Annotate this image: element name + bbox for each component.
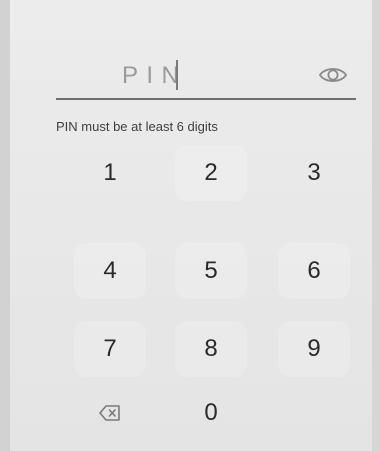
backspace-icon bbox=[99, 405, 121, 421]
text-caret bbox=[176, 60, 178, 90]
key-7[interactable]: 7 bbox=[74, 321, 146, 377]
pin-input-field[interactable]: PIN bbox=[56, 56, 356, 100]
key-2[interactable]: 2 bbox=[175, 145, 247, 201]
key-6[interactable]: 6 bbox=[278, 243, 350, 299]
eye-icon[interactable] bbox=[318, 64, 348, 86]
pin-helper-text: PIN must be at least 6 digits bbox=[56, 119, 218, 134]
pin-entry-screen: PIN PIN must be at least 6 digits 1 2 3 … bbox=[0, 0, 380, 451]
key-9[interactable]: 9 bbox=[278, 321, 350, 377]
key-8[interactable]: 8 bbox=[175, 321, 247, 377]
numeric-keypad: 1 2 3 4 5 6 7 8 9 0 bbox=[60, 145, 360, 445]
backspace-key[interactable] bbox=[74, 385, 146, 441]
screen-edge-right bbox=[372, 0, 380, 451]
key-5[interactable]: 5 bbox=[175, 243, 247, 299]
key-1[interactable]: 1 bbox=[74, 145, 146, 201]
key-4[interactable]: 4 bbox=[74, 243, 146, 299]
screen-edge-left bbox=[0, 0, 10, 451]
key-0[interactable]: 0 bbox=[175, 385, 247, 441]
key-3[interactable]: 3 bbox=[278, 145, 350, 201]
